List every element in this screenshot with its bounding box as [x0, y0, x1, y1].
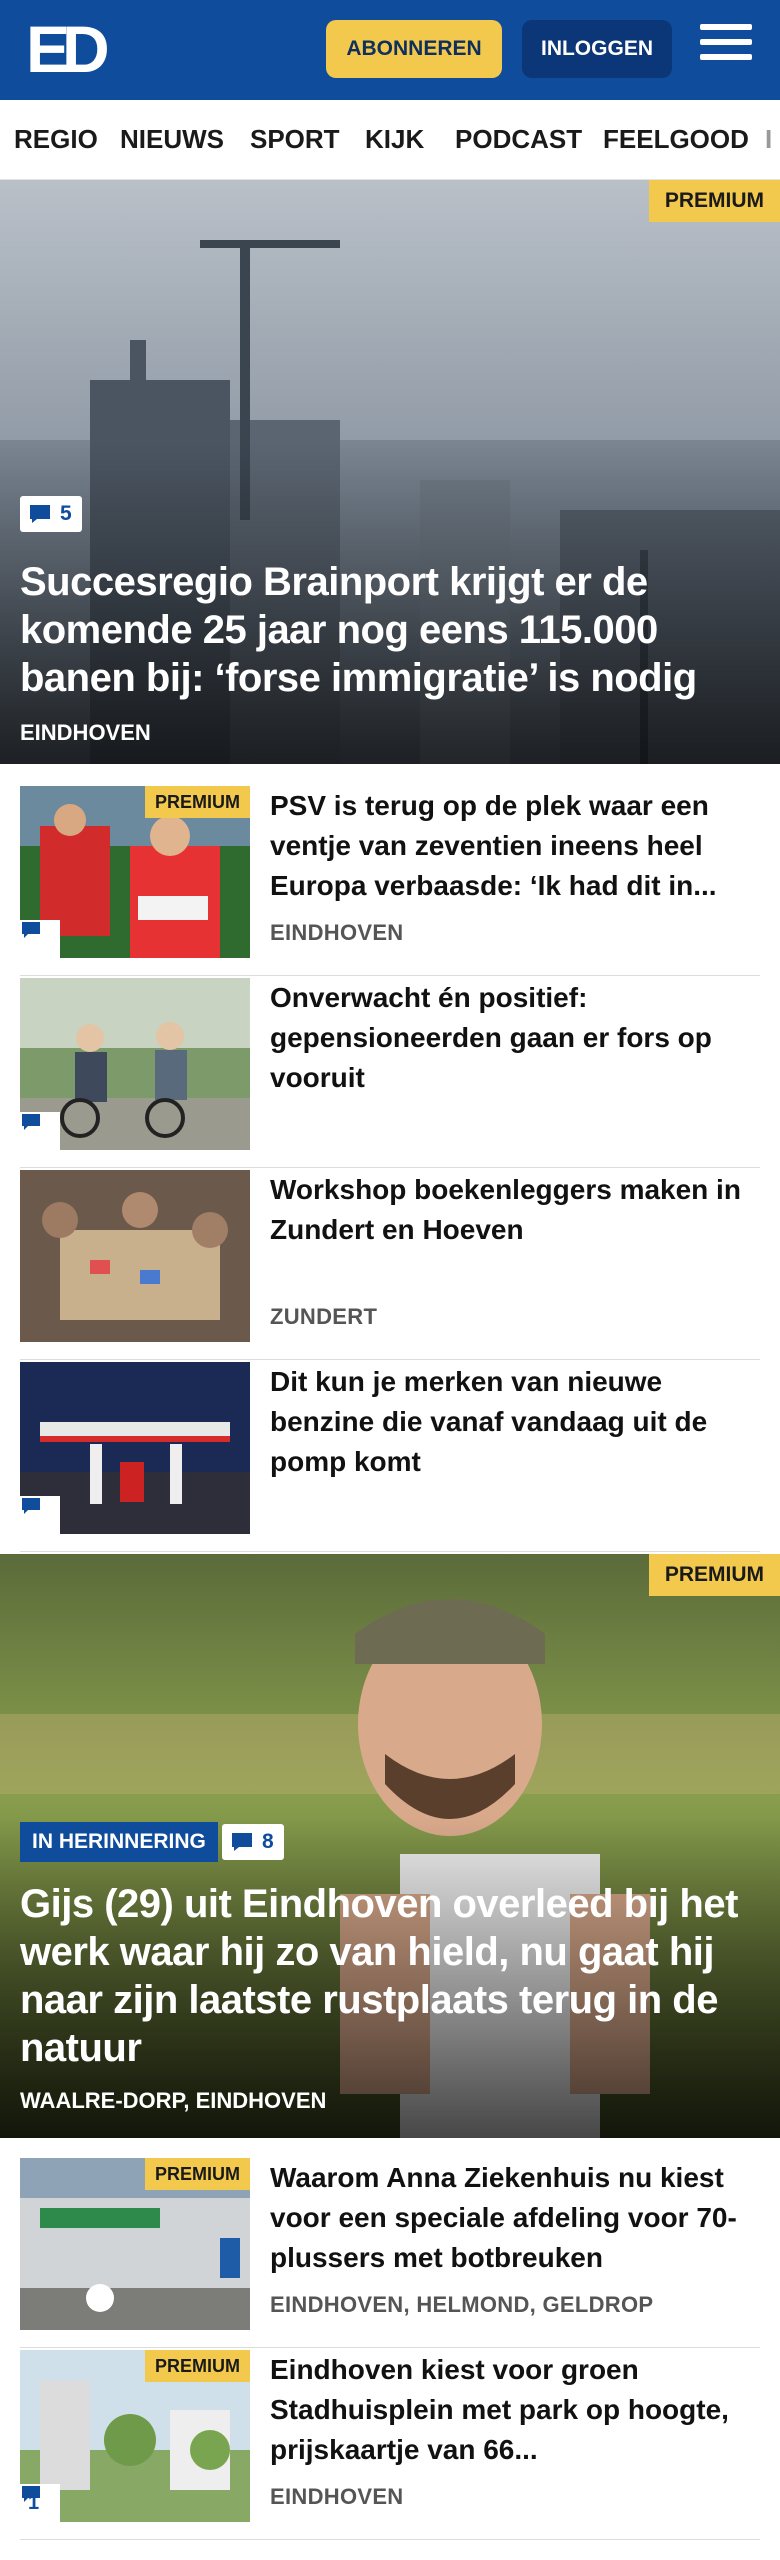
hero-article-gijs[interactable]: PREMIUM IN HERINNERING 8 Gijs (29) uit E… [0, 1554, 780, 2138]
premium-badge: PREMIUM [648, 180, 780, 222]
article-title[interactable]: Eindhoven kiest voor groen Stadhuisplein… [270, 2350, 760, 2470]
article-title[interactable]: PSV is terug op de plek waar een ventje … [270, 786, 760, 906]
nav-item-kijk[interactable]: KIJK [365, 124, 424, 155]
article-category: ZUNDERT [270, 1304, 378, 1329]
article-thumbnail [20, 1362, 250, 1534]
premium-badge: PREMIUM [145, 2350, 250, 2382]
article-thumbnail [20, 978, 250, 1150]
comment-icon [22, 922, 40, 938]
comment-badge[interactable] [20, 1112, 60, 1150]
article-title[interactable]: Workshop boekenleggers maken in Zundert … [270, 1170, 760, 1250]
premium-badge: PREMIUM [145, 2158, 250, 2190]
list-item[interactable]: Workshop boekenleggers maken in Zundert … [20, 1170, 760, 1360]
article-title[interactable]: Onverwacht én positief: gepensioneerden … [270, 978, 760, 1098]
nav-item-next[interactable]: I [765, 124, 772, 155]
premium-badge: PREMIUM [648, 1554, 780, 1596]
subscribe-button[interactable]: ABONNEREN [326, 20, 502, 78]
hero-title[interactable]: Gijs (29) uit Eindhoven overleed bij het… [20, 1880, 760, 2072]
article-thumbnail: PREMIUM [20, 786, 250, 958]
hamburger-menu-icon[interactable] [700, 24, 752, 72]
article-thumbnail: PREMIUM [20, 2158, 250, 2330]
list-item[interactable]: PREMIUM Waarom Anna Ziekenhuis nu kiest … [20, 2158, 760, 2348]
nav-item-sport[interactable]: SPORT [250, 124, 340, 155]
list-item[interactable]: PREMIUM 1 Eindhoven kiest voor groen Sta… [20, 2350, 760, 2540]
article-category: EINDHOVEN [270, 920, 404, 945]
ed-logo[interactable]: ED [26, 16, 118, 82]
premium-badge: PREMIUM [145, 786, 250, 818]
comment-badge[interactable]: 1 [20, 2484, 60, 2522]
in-memoriam-tag: IN HERINNERING [20, 1822, 218, 1862]
article-title[interactable]: Dit kun je merken van nieuwe benzine die… [270, 1362, 760, 1482]
comment-icon [22, 2486, 40, 2502]
article-title[interactable]: Waarom Anna Ziekenhuis nu kiest voor een… [270, 2158, 760, 2278]
nav-item-regio[interactable]: REGIO [14, 124, 98, 155]
list-item[interactable]: Dit kun je merken van nieuwe benzine die… [20, 1362, 760, 1552]
top-bar: ED ABONNEREN INLOGGEN [0, 0, 780, 100]
article-thumbnail [20, 1170, 250, 1342]
hero-category: WAALRE-DORP, EINDHOVEN [20, 2088, 327, 2113]
hero-article-brainport[interactable]: PREMIUM 5 Succesregio Brainport krijgt e… [0, 180, 780, 764]
list-item[interactable]: Onverwacht én positief: gepensioneerden … [20, 978, 760, 1168]
article-category: EINDHOVEN, HELMOND, GELDROP [270, 2292, 654, 2317]
comment-count-badge[interactable]: 8 [222, 1824, 284, 1860]
hero-category: EINDHOVEN [20, 720, 151, 745]
list-item[interactable]: PREMIUM PSV is terug op de plek waar een… [20, 786, 760, 976]
article-category: EINDHOVEN [270, 2484, 404, 2509]
nav-item-podcast[interactable]: PODCAST [455, 124, 582, 155]
hero-title[interactable]: Succesregio Brainport krijgt er de komen… [20, 558, 760, 702]
nav-item-feelgood[interactable]: FEELGOOD [603, 124, 749, 155]
comment-badge[interactable] [20, 920, 60, 958]
comment-icon [22, 1498, 40, 1514]
nav-item-nieuws[interactable]: NIEUWS [120, 124, 224, 155]
section-nav: REGIO NIEUWS SPORT KIJK PODCAST FEELGOOD… [0, 100, 780, 180]
article-thumbnail: PREMIUM 1 [20, 2350, 250, 2522]
comment-badge[interactable] [20, 1496, 60, 1534]
comment-icon [232, 1833, 252, 1851]
login-button[interactable]: INLOGGEN [522, 20, 672, 78]
comment-icon [30, 505, 50, 523]
comment-count-badge[interactable]: 5 [20, 496, 82, 532]
comment-icon [22, 1114, 40, 1130]
